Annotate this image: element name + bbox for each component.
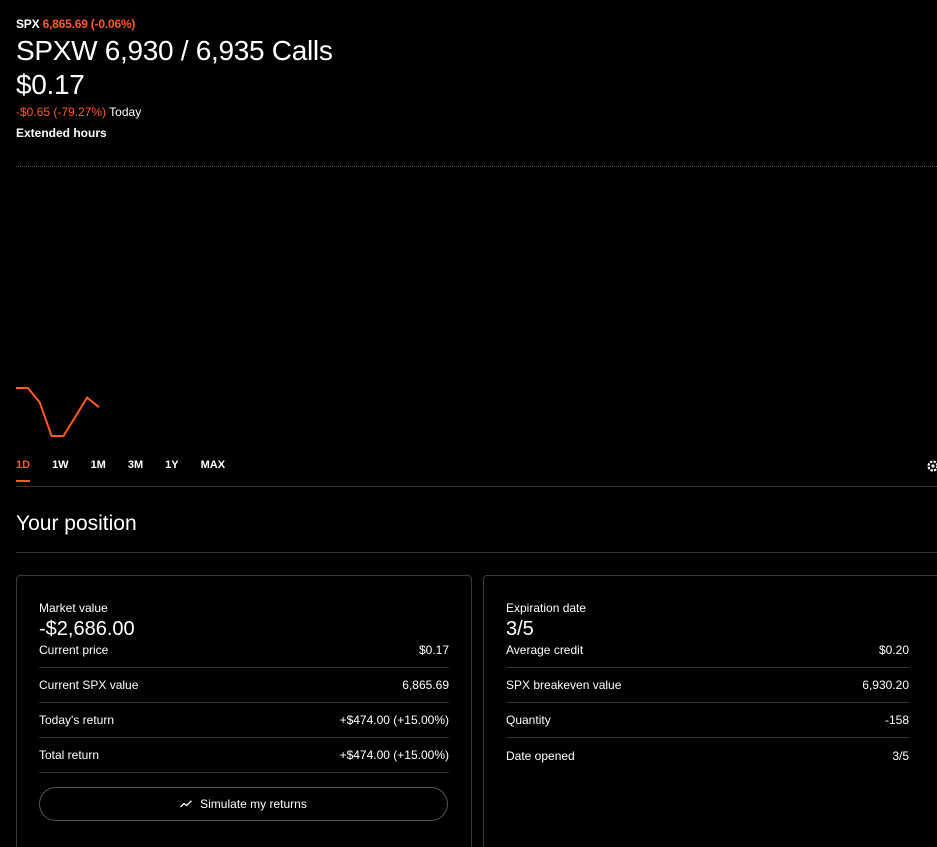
gear-icon[interactable] (926, 459, 937, 473)
row-label: Date opened (506, 748, 575, 763)
row-value: 3/5 (892, 748, 909, 763)
session-label: Extended hours (16, 126, 107, 140)
section-divider (16, 552, 937, 553)
expiration-label: Expiration date (506, 601, 587, 615)
expiration-date: 3/5 (506, 618, 534, 640)
price-series-line (16, 387, 100, 437)
section-title: Your position (16, 512, 137, 535)
row-label: Today's return (39, 713, 114, 727)
market-value: -$2,686.00 (39, 618, 135, 640)
row-value: 6,930.20 (862, 678, 909, 692)
simulate-returns-label: Simulate my returns (200, 797, 307, 811)
tab-1w[interactable]: 1W (52, 459, 69, 471)
list-item: Today's return +$474.00 (+15.00%) (39, 703, 449, 738)
row-value: $0.20 (878, 643, 909, 657)
list-item: Current price $0.17 (39, 641, 449, 668)
row-label: SPX breakeven value (506, 678, 622, 692)
row-label: Total return (39, 748, 100, 762)
tab-1m[interactable]: 1M (91, 459, 106, 471)
tab-3m[interactable]: 3M (128, 459, 143, 471)
price-change: -$0.65 (-79.27%) Today (16, 105, 333, 119)
underlying-value: 6,865.69 (-0.06%) (42, 17, 136, 31)
row-value: $0.17 (418, 643, 449, 657)
row-value: -158 (884, 713, 909, 727)
row-value: +$474.00 (+15.00%) (339, 748, 449, 762)
range-tabs: 1D 1W 1M 3M 1Y MAX (16, 459, 247, 482)
current-price: $0.17 (16, 69, 85, 100)
row-label: Quantity (506, 713, 551, 727)
trend-line-icon (180, 800, 193, 808)
list-item: Quantity -158 (506, 703, 909, 738)
reference-line (16, 166, 937, 167)
list-item: Average credit $0.20 (506, 641, 909, 668)
tab-1d[interactable]: 1D (16, 459, 31, 482)
price-change-value: -$0.65 (-79.27%) (16, 105, 107, 119)
page-title: SPXW 6,930 / 6,935 Calls (16, 35, 333, 66)
list-item: SPX breakeven value 6,930.20 (506, 668, 909, 703)
row-value: +$474.00 (+15.00%) (339, 713, 449, 727)
quote-header: SPX 6,865.69 (-0.06%) SPXW 6,930 / 6,935… (16, 17, 333, 140)
market-value-card: Market value -$2,686.00 Current price $0… (16, 575, 472, 847)
price-chart[interactable] (0, 380, 120, 445)
expiration-card: Expiration date 3/5 Average credit $0.20… (483, 575, 937, 847)
row-label: Current price (39, 643, 109, 657)
simulate-returns-button[interactable]: Simulate my returns (39, 787, 448, 821)
list-item: Total return +$474.00 (+15.00%) (39, 738, 449, 773)
price-change-period: Today (109, 105, 142, 119)
row-value: 6,865.69 (402, 678, 449, 692)
list-item: Current SPX value 6,865.69 (39, 668, 449, 703)
underlying-quote: SPX 6,865.69 (-0.06%) (16, 17, 333, 31)
row-label: Average credit (506, 643, 584, 657)
list-item: Date opened 3/5 (506, 738, 909, 773)
tabs-divider (16, 486, 937, 487)
row-label: Current SPX value (39, 678, 139, 692)
market-value-label: Market value (39, 601, 108, 615)
tab-max[interactable]: MAX (201, 459, 225, 471)
underlying-symbol[interactable]: SPX (16, 17, 40, 31)
tab-1y[interactable]: 1Y (165, 459, 178, 471)
